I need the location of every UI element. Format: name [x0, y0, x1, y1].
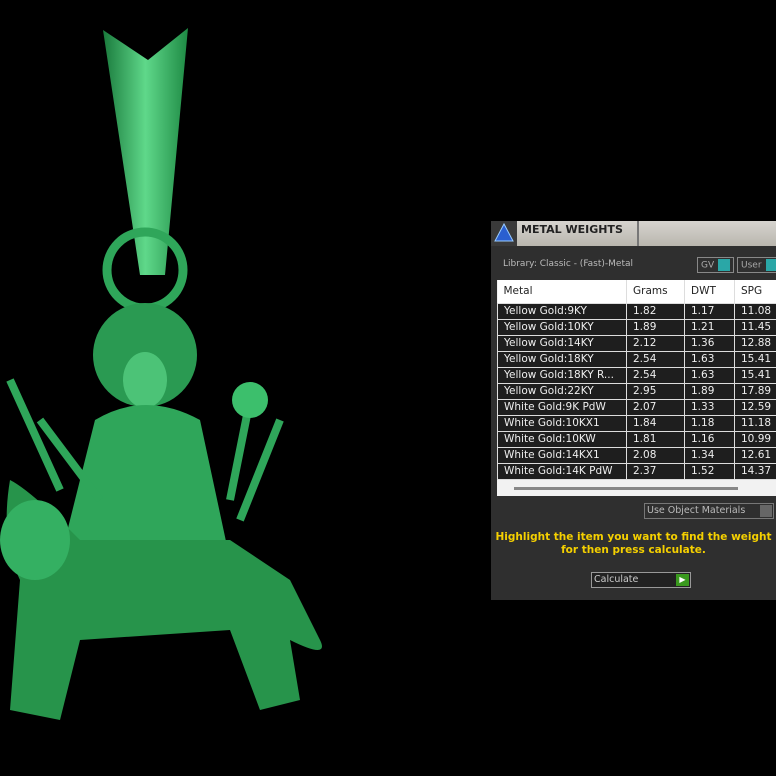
table-cell: 1.84: [626, 414, 685, 432]
table-cell: White Gold:10KW: [497, 430, 627, 448]
table-cell: Yellow Gold:10KY: [497, 318, 627, 336]
table-row[interactable]: White Gold:10KW 1.81 1.16 10.99: [497, 430, 776, 448]
column-header[interactable]: SPG: [734, 280, 776, 303]
table-cell: Yellow Gold:18KY R...: [497, 366, 627, 384]
table-cell: 1.17: [684, 302, 735, 320]
table-cell: 1.82: [626, 302, 685, 320]
library-label: Library: Classic - (Fast)-Metal: [503, 259, 634, 269]
calculate-button[interactable]: Calculate ▶: [591, 572, 691, 588]
table-row[interactable]: White Gold:14KX1 2.08 1.34 12.61: [497, 446, 776, 464]
table-row[interactable]: Yellow Gold:22KY 2.95 1.89 17.89: [497, 382, 776, 400]
table-cell: 15.41: [734, 366, 776, 384]
table-cell: White Gold:10KX1: [497, 414, 627, 432]
table-cell: 12.88: [734, 334, 776, 352]
metal-weights-panel: METAL WEIGHTS Library: Classic - (Fast)-…: [491, 221, 776, 600]
user-toggle[interactable]: User: [737, 257, 776, 273]
table-cell: 1.89: [626, 318, 685, 336]
table-row[interactable]: White Gold:14K PdW 2.37 1.52 14.37: [497, 462, 776, 480]
table-cell: Yellow Gold:22KY: [497, 382, 627, 400]
metal-table: Metal Grams DWT SPG Yellow Gold:9KY 1.82 1.17…: [497, 280, 776, 496]
column-header[interactable]: DWT: [684, 280, 735, 303]
calculate-label: Calculate: [594, 574, 639, 585]
table-cell: 1.52: [684, 462, 735, 480]
table-cell: 2.54: [626, 366, 685, 384]
durga-pendant-3d-model: [0, 28, 323, 720]
table-cell: 12.61: [734, 446, 776, 464]
gv-toggle[interactable]: GV: [697, 257, 735, 273]
table-cell: 2.08: [626, 446, 685, 464]
use-object-materials-toggle[interactable]: Use Object Materials: [644, 503, 774, 519]
table-row[interactable]: White Gold:10KX1 1.84 1.18 11.18: [497, 414, 776, 432]
play-arrow-icon: ▶: [676, 574, 689, 586]
panel-title: METAL WEIGHTS: [521, 223, 623, 236]
table-cell: 1.33: [684, 398, 735, 416]
table-cell: 2.07: [626, 398, 685, 416]
user-label: User: [741, 260, 762, 271]
table-cell: 1.63: [684, 366, 735, 384]
instruction-message: Highlight the item you want to find the …: [495, 531, 772, 556]
table-cell: 1.16: [684, 430, 735, 448]
table-cell: 12.59: [734, 398, 776, 416]
horizontal-scrollbar[interactable]: [514, 487, 738, 490]
table-cell: Yellow Gold:18KY: [497, 350, 627, 368]
column-header[interactable]: Metal: [497, 280, 627, 303]
table-cell: 2.37: [626, 462, 685, 480]
table-row[interactable]: Yellow Gold:14KY 2.12 1.36 12.88: [497, 334, 776, 352]
table-cell: 1.21: [684, 318, 735, 336]
table-cell: 2.54: [626, 350, 685, 368]
table-cell: 11.45: [734, 318, 776, 336]
table-cell: 1.18: [684, 414, 735, 432]
table-cell: 1.63: [684, 350, 735, 368]
title-divider: [637, 221, 639, 246]
gv-label: GV: [701, 260, 715, 271]
table-row[interactable]: Yellow Gold:9KY 1.82 1.17 11.08: [497, 302, 776, 320]
use-object-materials-label: Use Object Materials: [647, 505, 746, 516]
table-cell: 1.36: [684, 334, 735, 352]
panel-title-bar: METAL WEIGHTS: [491, 221, 776, 246]
table-cell: White Gold:9K PdW: [497, 398, 627, 416]
table-cell: Yellow Gold:9KY: [497, 302, 627, 320]
table-cell: Yellow Gold:14KY: [497, 334, 627, 352]
table-cell: 11.18: [734, 414, 776, 432]
table-cell: 2.12: [626, 334, 685, 352]
table-row[interactable]: Yellow Gold:18KY R... 2.54 1.63 15.41: [497, 366, 776, 384]
table-cell: White Gold:14K PdW: [497, 462, 627, 480]
table-cell: 11.08: [734, 302, 776, 320]
table-cell: 2.95: [626, 382, 685, 400]
scale-logo-icon: [491, 221, 517, 246]
column-header[interactable]: Grams: [626, 280, 685, 303]
table-cell: 1.89: [684, 382, 735, 400]
table-row[interactable]: White Gold:9K PdW 2.07 1.33 12.59: [497, 398, 776, 416]
table-row[interactable]: Yellow Gold:10KY 1.89 1.21 11.45: [497, 318, 776, 336]
table-cell: 17.89: [734, 382, 776, 400]
table-cell: 10.99: [734, 430, 776, 448]
table-cell: White Gold:14KX1: [497, 446, 627, 464]
table-row[interactable]: Yellow Gold:18KY 2.54 1.63 15.41: [497, 350, 776, 368]
table-cell: 14.37: [734, 462, 776, 480]
table-cell: 1.81: [626, 430, 685, 448]
table-cell: 1.34: [684, 446, 735, 464]
table-cell: 15.41: [734, 350, 776, 368]
